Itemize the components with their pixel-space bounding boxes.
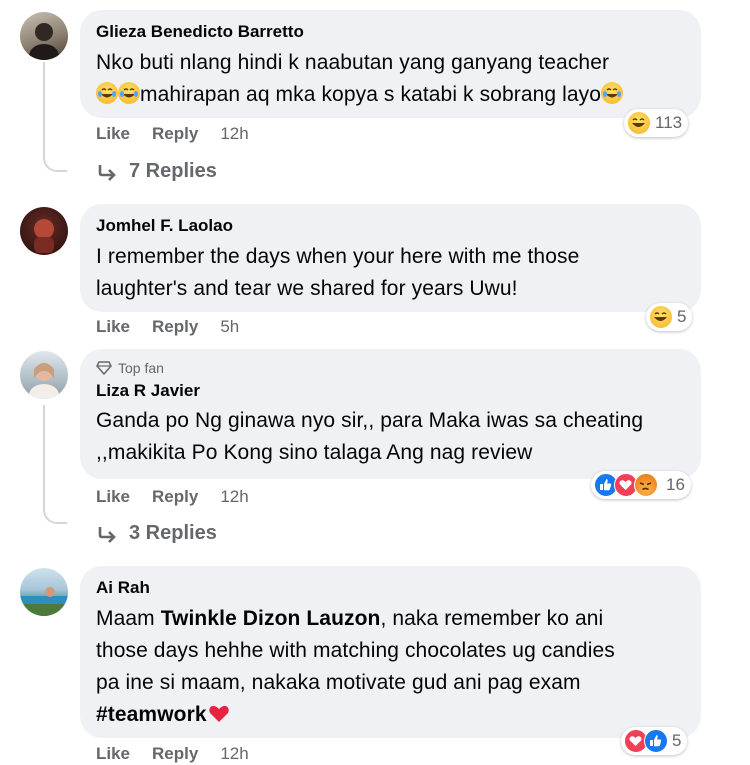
haha-emoji-icon: [96, 82, 118, 104]
replies-label: 3 Replies: [129, 522, 217, 544]
like-button[interactable]: Like: [96, 317, 130, 337]
like-button[interactable]: Like: [96, 487, 130, 507]
view-replies-button[interactable]: 7 Replies: [97, 160, 217, 183]
avatar-photo-icon: [34, 219, 54, 253]
comment-author[interactable]: Liza R Javier: [96, 380, 685, 402]
comment-text-fragment: , naka remember ko ani: [380, 607, 604, 630]
comment-actions: Like Reply 12h: [96, 743, 249, 765]
comment-actions: Like Reply 12h: [96, 486, 249, 508]
thread-curve: [43, 148, 67, 172]
view-replies-button[interactable]: 3 Replies: [97, 522, 217, 545]
avatar-photo-icon: [29, 23, 59, 60]
comment-text: Nko buti nlang hindi k naabutan yang gan…: [96, 47, 685, 111]
top-fan-label: Top fan: [118, 360, 164, 376]
avatar-photo-icon: [29, 363, 59, 399]
comment-bubble: Glieza Benedicto Barretto Nko buti nlang…: [80, 10, 701, 118]
heart-emoji-icon: [207, 702, 231, 724]
comment-text-line: laughter's and tear we shared for years …: [96, 277, 518, 300]
like-reaction-icon: [644, 729, 668, 753]
user-mention-link[interactable]: Twinkle Dizon Lauzon: [161, 607, 381, 630]
comment-bubble: Top fan Liza R Javier Ganda po Ng ginawa…: [80, 349, 701, 479]
comment-text: I remember the days when your here with …: [96, 241, 685, 305]
reaction-count: 16: [666, 475, 685, 494]
reaction-summary[interactable]: 5: [621, 727, 688, 755]
like-button[interactable]: Like: [96, 744, 130, 764]
comment-text: Ganda po Ng ginawa nyo sir,, para Maka i…: [96, 405, 685, 469]
comment-text-line: pa ine si maam, nakaka motivate gud ani …: [96, 671, 581, 694]
avatar[interactable]: [20, 207, 68, 255]
thread-line: [43, 405, 45, 512]
comment-text-line: #teamwork: [96, 699, 685, 731]
thread-curve: [43, 500, 67, 524]
thread-line: [43, 62, 45, 160]
reaction-summary[interactable]: 5: [646, 303, 693, 331]
comment-bubble: Ai Rah Maam Twinkle Dizon Lauzon, naka r…: [80, 566, 701, 738]
avatar-photo-icon: [20, 587, 68, 616]
reply-arrow-icon: [98, 526, 116, 543]
reply-button[interactable]: Reply: [152, 487, 198, 507]
reply-button[interactable]: Reply: [152, 317, 198, 337]
like-button[interactable]: Like: [96, 124, 130, 144]
reaction-count: 113: [655, 113, 683, 132]
haha-emoji-icon: [601, 82, 624, 104]
comment-text-line: Ganda po Ng ginawa nyo sir,, para Maka i…: [96, 409, 644, 432]
comment-text: Maam Twinkle Dizon Lauzon, naka remember…: [96, 603, 685, 731]
reply-button[interactable]: Reply: [152, 744, 198, 764]
avatar[interactable]: [20, 12, 68, 60]
reaction-summary[interactable]: 16: [591, 471, 691, 499]
comment-text-line: I remember the days when your here with …: [96, 245, 580, 268]
diamond-icon: [96, 361, 112, 375]
comment-actions: Like Reply 5h: [96, 316, 239, 338]
reaction-count: 5: [672, 731, 682, 750]
comment-text-line: mahirapan aq mka kopya s katabi k sobran…: [96, 79, 685, 111]
replies-label: 7 Replies: [129, 160, 217, 182]
hashtag-link[interactable]: #teamwork: [96, 703, 207, 726]
comment-actions: Like Reply 12h: [96, 123, 249, 145]
angry-reaction-icon: [634, 473, 658, 497]
comment-text-fragment: mahirapan aq mka kopya s katabi k sobran…: [140, 83, 602, 106]
reply-arrow-icon: [98, 164, 116, 181]
comment-text-line: those days hehhe with matching chocolate…: [96, 639, 615, 662]
comment-timestamp[interactable]: 5h: [220, 317, 239, 337]
comment-author[interactable]: Ai Rah: [96, 577, 685, 599]
reply-button[interactable]: Reply: [152, 124, 198, 144]
reaction-summary[interactable]: 113: [624, 109, 689, 137]
top-fan-badge: Top fan: [96, 359, 685, 377]
comment-text-fragment: Maam: [96, 607, 161, 630]
comment-timestamp[interactable]: 12h: [220, 744, 248, 764]
comment-text-line: Nko buti nlang hindi k naabutan yang gan…: [96, 51, 610, 74]
avatar[interactable]: [20, 351, 68, 399]
comment-author[interactable]: Glieza Benedicto Barretto: [96, 21, 685, 43]
haha-reaction-icon: [649, 305, 673, 329]
comment-bubble: Jomhel F. Laolao I remember the days whe…: [80, 204, 701, 312]
reaction-count: 5: [677, 307, 687, 326]
comment-text-line: Maam Twinkle Dizon Lauzon, naka remember…: [96, 603, 685, 635]
comment-author[interactable]: Jomhel F. Laolao: [96, 215, 685, 237]
comment-timestamp[interactable]: 12h: [220, 124, 248, 144]
haha-emoji-icon: [118, 82, 140, 104]
comment-timestamp[interactable]: 12h: [220, 487, 248, 507]
avatar[interactable]: [20, 568, 68, 616]
comment-text-line: ,,makikita Po Kong sino talaga Ang nag r…: [96, 441, 533, 464]
haha-reaction-icon: [627, 111, 651, 135]
